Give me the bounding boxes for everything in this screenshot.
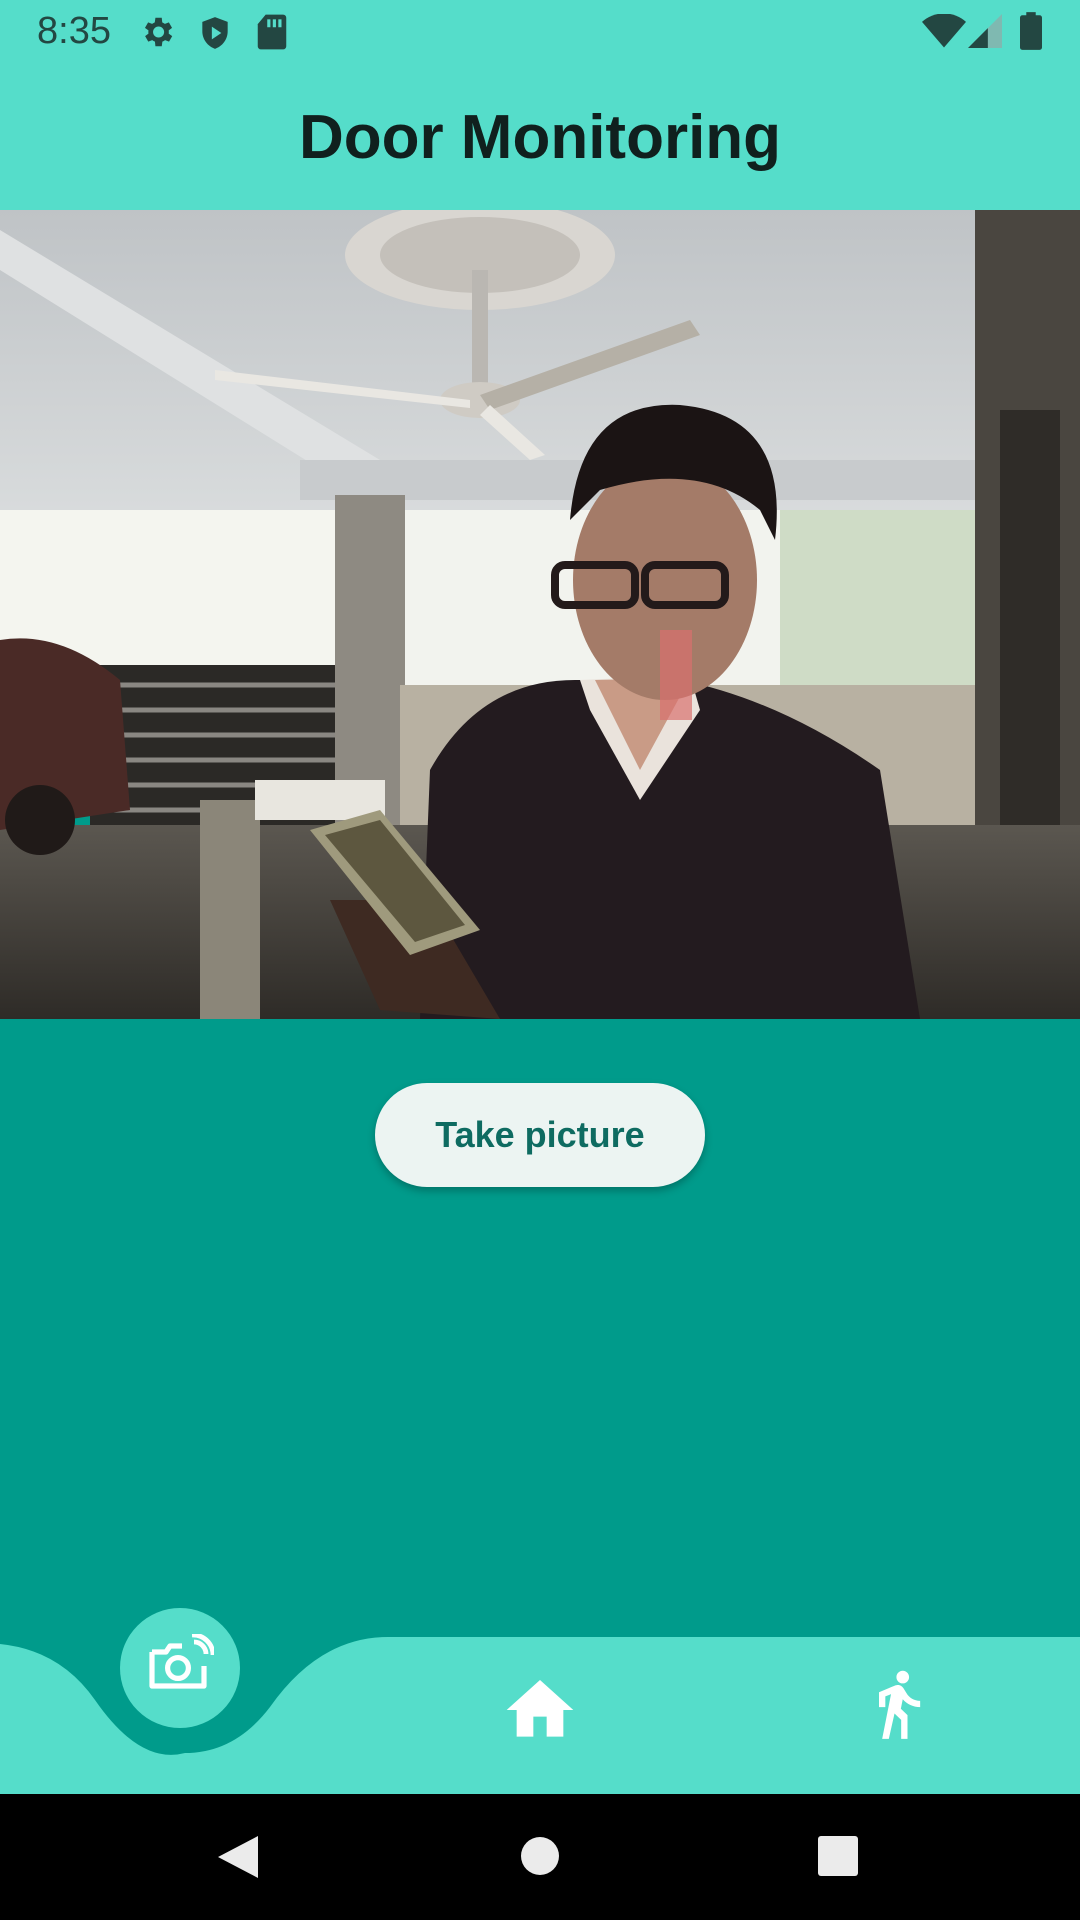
- cell-signal-icon: [968, 14, 1002, 53]
- app-bar: Door Monitoring: [0, 64, 1080, 210]
- system-navigation-bar: [0, 1794, 1080, 1920]
- take-picture-button[interactable]: Take picture: [375, 1083, 705, 1187]
- page-title: Door Monitoring: [298, 103, 782, 172]
- home-icon: [506, 1680, 574, 1737]
- shield-play-icon: [196, 13, 234, 58]
- gear-icon: [138, 13, 176, 56]
- nav-item-camera[interactable]: [120, 1608, 240, 1728]
- battery-icon: [1020, 12, 1042, 55]
- nav-item-motion[interactable]: [860, 1664, 936, 1744]
- back-button[interactable]: [216, 1834, 260, 1885]
- nav-item-home[interactable]: [500, 1670, 580, 1750]
- wifi-icon: [922, 13, 966, 53]
- status-bar: 8:35: [0, 0, 1080, 64]
- running-person-icon: [879, 1670, 921, 1739]
- home-button[interactable]: [520, 1836, 560, 1881]
- sd-card-icon: [256, 13, 288, 56]
- status-time: 8:35: [37, 10, 111, 52]
- home-circle-icon: [521, 1837, 559, 1875]
- recents-button[interactable]: [818, 1836, 858, 1881]
- camera-icon: [149, 1634, 214, 1689]
- recents-icon: [818, 1836, 858, 1876]
- bottom-navigation-bar: [0, 1600, 1080, 1794]
- back-icon: [218, 1836, 258, 1878]
- camera-feed-image: [0, 210, 1080, 1019]
